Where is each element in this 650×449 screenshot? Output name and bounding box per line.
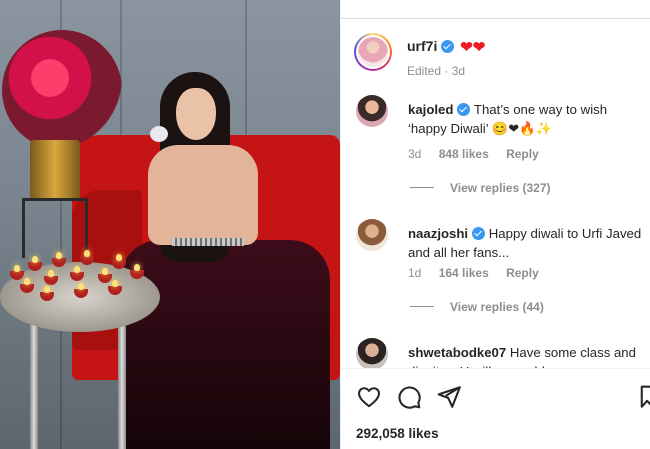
- person-skirt: [120, 240, 330, 449]
- view-replies-label: View replies (327): [450, 181, 551, 195]
- comment-meta: 3d 848 likes Reply: [408, 147, 553, 161]
- comment-body: shwetabodke07 Have some class and dignit…: [408, 343, 648, 368]
- comment-username[interactable]: naazjoshi: [408, 226, 468, 241]
- verified-badge-icon: [457, 103, 471, 116]
- replies-line: [410, 187, 434, 188]
- comment-age[interactable]: 1d: [408, 266, 421, 280]
- comment-age[interactable]: 3d: [408, 147, 421, 161]
- view-replies-button[interactable]: View replies (44): [410, 300, 544, 314]
- person-body: [148, 145, 258, 245]
- post-owner-row: urf7i ❤❤ Edited · 3d: [354, 33, 650, 79]
- view-replies-label: View replies (44): [450, 300, 544, 314]
- replies-line: [410, 306, 434, 307]
- post-photo[interactable]: [0, 0, 340, 449]
- likes-count[interactable]: 292,058 likes: [356, 426, 439, 441]
- comment-meta: 1d 164 likes Reply: [408, 266, 553, 280]
- verified-badge-icon: [472, 227, 486, 240]
- view-replies-button[interactable]: View replies (327): [410, 181, 551, 195]
- owner-username[interactable]: urf7i: [407, 38, 437, 54]
- person-face: [176, 88, 216, 140]
- heart-outline-icon[interactable]: [356, 384, 382, 410]
- table-leg: [118, 315, 126, 449]
- header-divider: [341, 18, 650, 19]
- commenter-avatar[interactable]: [356, 219, 388, 251]
- comment-username[interactable]: kajoled: [408, 102, 453, 117]
- comment-likes[interactable]: 164 likes: [439, 266, 489, 280]
- comment-body: naazjoshi Happy diwali to Urfi Javed and…: [408, 224, 648, 262]
- owner-avatar[interactable]: [354, 33, 392, 71]
- bookmark-icon[interactable]: [632, 384, 650, 410]
- caption-hearts: ❤❤: [460, 39, 486, 56]
- comment-likes[interactable]: 848 likes: [439, 147, 489, 161]
- waistband: [172, 238, 244, 246]
- reply-button[interactable]: Reply: [506, 266, 539, 280]
- comment-emoji: 😊❤🔥✨: [491, 121, 553, 136]
- edited-timestamp: Edited · 3d: [407, 64, 466, 78]
- flower-bouquet: [2, 30, 122, 150]
- comment-body: kajoled That’s one way to wish ‘happy Di…: [408, 100, 648, 138]
- comments-list[interactable]: kajoled That’s one way to wish ‘happy Di…: [354, 95, 650, 368]
- sweet-treat: [150, 126, 168, 142]
- panel-divider: [340, 0, 341, 449]
- actions-divider: [341, 368, 650, 369]
- vase-stand: [22, 198, 88, 258]
- verified-badge-icon: [441, 40, 455, 53]
- comment-bubble-icon[interactable]: [396, 384, 422, 410]
- table-leg: [30, 315, 38, 449]
- comment-username[interactable]: shwetabodke07: [408, 345, 506, 360]
- owner-username-line: urf7i ❤❤: [407, 38, 485, 56]
- reply-button[interactable]: Reply: [506, 147, 539, 161]
- owner-avatar-image: [358, 37, 388, 67]
- paper-plane-icon[interactable]: [436, 384, 462, 410]
- gold-vase: [30, 140, 80, 200]
- commenter-avatar[interactable]: [356, 95, 388, 127]
- commenter-avatar[interactable]: [356, 338, 388, 368]
